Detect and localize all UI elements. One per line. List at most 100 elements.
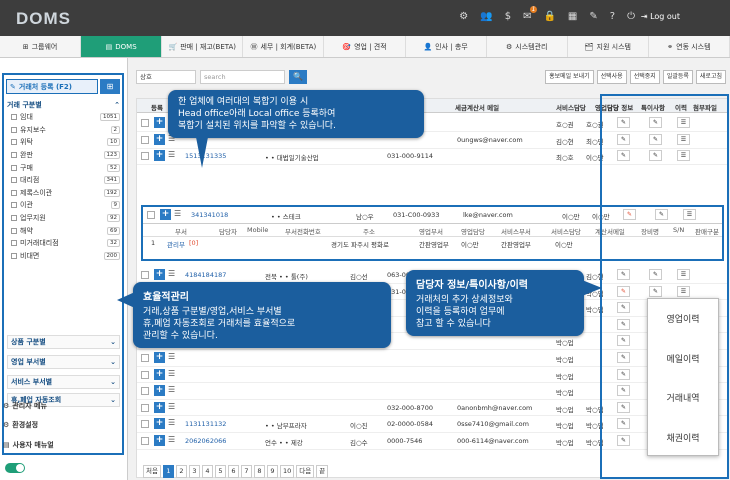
page-10[interactable]: 10 (279, 465, 295, 478)
category-item[interactable]: 업무지원 92 (7, 212, 120, 225)
client-code[interactable]: 1131131132 (185, 420, 226, 428)
category-checkbox[interactable] (11, 189, 17, 196)
menu-item-1[interactable]: ▤ DOMS (81, 36, 163, 57)
page-last[interactable]: 끝 (316, 465, 329, 478)
send-promo-mail-button[interactable]: 홍보메일 보내기 (545, 70, 594, 84)
category-checkbox[interactable] (11, 177, 17, 184)
page-next[interactable]: 다음 (296, 465, 315, 478)
category-item[interactable]: 유지보수 2 (7, 124, 120, 137)
preferences-menu[interactable]: ⚙ 환경설정 (3, 420, 38, 430)
search-field-select[interactable]: 상호 (136, 70, 196, 84)
page-first[interactable]: 처음 (143, 465, 161, 478)
history-option[interactable]: 채권이력 (648, 418, 718, 458)
expand-button[interactable]: + (154, 134, 165, 145)
menu-icon[interactable]: ☰ (168, 369, 175, 378)
select-stop-button[interactable]: 선택중지 (629, 70, 660, 84)
client-code[interactable]: 341341018 (191, 211, 228, 219)
category-item[interactable]: 이관 9 (7, 199, 120, 212)
expand-button[interactable]: + (154, 352, 165, 363)
category-item[interactable]: 제록스이관 192 (7, 187, 120, 200)
page-6[interactable]: 6 (227, 465, 239, 478)
settings-icon[interactable]: ✎ (589, 11, 597, 22)
page-4[interactable]: 4 (201, 465, 213, 478)
chevron-up-icon[interactable]: ⌃ (114, 101, 120, 109)
help-icon[interactable]: ? (610, 11, 615, 22)
menu-icon[interactable]: ☰ (168, 352, 175, 361)
row-checkbox[interactable] (141, 136, 149, 144)
row-checkbox[interactable] (141, 387, 149, 396)
menu-icon[interactable]: ☰ (168, 385, 175, 394)
users-icon[interactable]: 👥 (480, 11, 492, 22)
category-item[interactable]: 임대 1051 (7, 111, 120, 124)
row-checkbox[interactable] (141, 119, 149, 127)
menu-icon[interactable]: ☰ (168, 435, 175, 444)
row-checkbox[interactable] (147, 211, 155, 219)
category-checkbox[interactable] (11, 227, 17, 234)
bell-icon[interactable]: ✉ 1 (523, 6, 538, 22)
category-item[interactable]: 비대면 200 (7, 250, 120, 263)
section-sales-dept[interactable]: 영업 부서별 ⌄ (7, 355, 120, 369)
bulk-register-button[interactable]: 일괄등록 (662, 70, 693, 84)
menu-icon[interactable]: ☰ (174, 209, 181, 218)
menu-icon[interactable]: ☰ (168, 402, 175, 411)
category-checkbox[interactable] (11, 202, 17, 209)
expand-button[interactable]: + (160, 209, 171, 220)
row-checkbox[interactable] (141, 152, 149, 160)
history-option[interactable]: 영업이력 (648, 299, 718, 339)
expand-button[interactable]: + (154, 269, 165, 280)
manual-menu[interactable]: ▤ 사용자 매뉴얼 (3, 440, 54, 450)
menu-item-8[interactable]: ⚭ 연동 시스템 (649, 36, 730, 57)
menu-item-4[interactable]: 🎯 영업 | 견적 (324, 36, 406, 57)
category-item[interactable]: 위탁 10 (7, 136, 120, 149)
page-2[interactable]: 2 (175, 465, 187, 478)
category-checkbox[interactable] (11, 152, 17, 159)
page-5[interactable]: 5 (214, 465, 226, 478)
select-use-button[interactable]: 선택사용 (596, 70, 627, 84)
category-item[interactable]: 미거래대리점 32 (7, 237, 120, 250)
expand-button[interactable]: + (154, 150, 165, 161)
logout-button[interactable]: ⇥ Log out (641, 12, 680, 21)
category-header[interactable]: 거래 구분별 ⌃ (7, 99, 120, 111)
mode-toggle[interactable] (5, 463, 25, 473)
category-checkbox[interactable] (11, 114, 17, 121)
category-checkbox[interactable] (11, 126, 17, 133)
menu-icon[interactable]: ☰ (168, 418, 175, 427)
row-checkbox[interactable] (141, 403, 149, 412)
menu-item-5[interactable]: 👤 인사 | 총무 (406, 36, 487, 57)
expand-button[interactable]: + (154, 117, 165, 128)
menu-item-7[interactable]: 🗂 지원 시스템 (568, 36, 649, 57)
menu-icon[interactable]: ☰ (168, 150, 175, 159)
client-code[interactable]: 4184184187 (185, 271, 226, 279)
row-checkbox[interactable] (141, 437, 149, 445)
category-item[interactable]: 완판 123 (7, 149, 120, 162)
expand-button[interactable]: + (154, 385, 165, 397)
power-icon[interactable]: ⏻ (627, 11, 635, 22)
row-checkbox[interactable] (141, 271, 149, 279)
history-option[interactable]: 메일이력 (648, 339, 718, 379)
row-checkbox[interactable] (141, 354, 149, 362)
page-1[interactable]: 1 (162, 465, 174, 478)
expand-button[interactable]: + (154, 401, 165, 413)
menu-icon[interactable]: ☰ (168, 269, 175, 278)
page-9[interactable]: 9 (266, 465, 278, 478)
category-checkbox[interactable] (11, 139, 17, 146)
row-checkbox[interactable] (141, 420, 149, 429)
search-input[interactable]: search (200, 70, 285, 84)
category-item[interactable]: 해약 69 (7, 224, 120, 237)
category-checkbox[interactable] (11, 240, 17, 247)
section-service-dept[interactable]: 서비스 부서별 ⌄ (7, 375, 120, 389)
dollar-icon[interactable]: $ (505, 11, 511, 22)
building-icon[interactable]: ▦ (568, 11, 577, 22)
admin-menu[interactable]: ⚙ 관리자 메뉴 (3, 401, 47, 411)
grid-view-icon[interactable]: ⊞ (100, 79, 120, 94)
sub-cell[interactable]: 관리부 (167, 239, 185, 249)
menu-item-0[interactable]: ⊞ 그룹웨어 (0, 36, 82, 57)
expand-button[interactable]: + (154, 418, 165, 430)
refresh-button[interactable]: 새로고침 (695, 70, 726, 84)
history-option[interactable]: 거래내역 (648, 378, 718, 418)
cog-icon[interactable]: ⚙ (459, 11, 468, 22)
search-icon[interactable]: 🔍 (289, 70, 307, 84)
page-8[interactable]: 8 (253, 465, 265, 478)
page-3[interactable]: 3 (188, 465, 200, 478)
lock-icon[interactable]: 🔒 (543, 11, 555, 22)
